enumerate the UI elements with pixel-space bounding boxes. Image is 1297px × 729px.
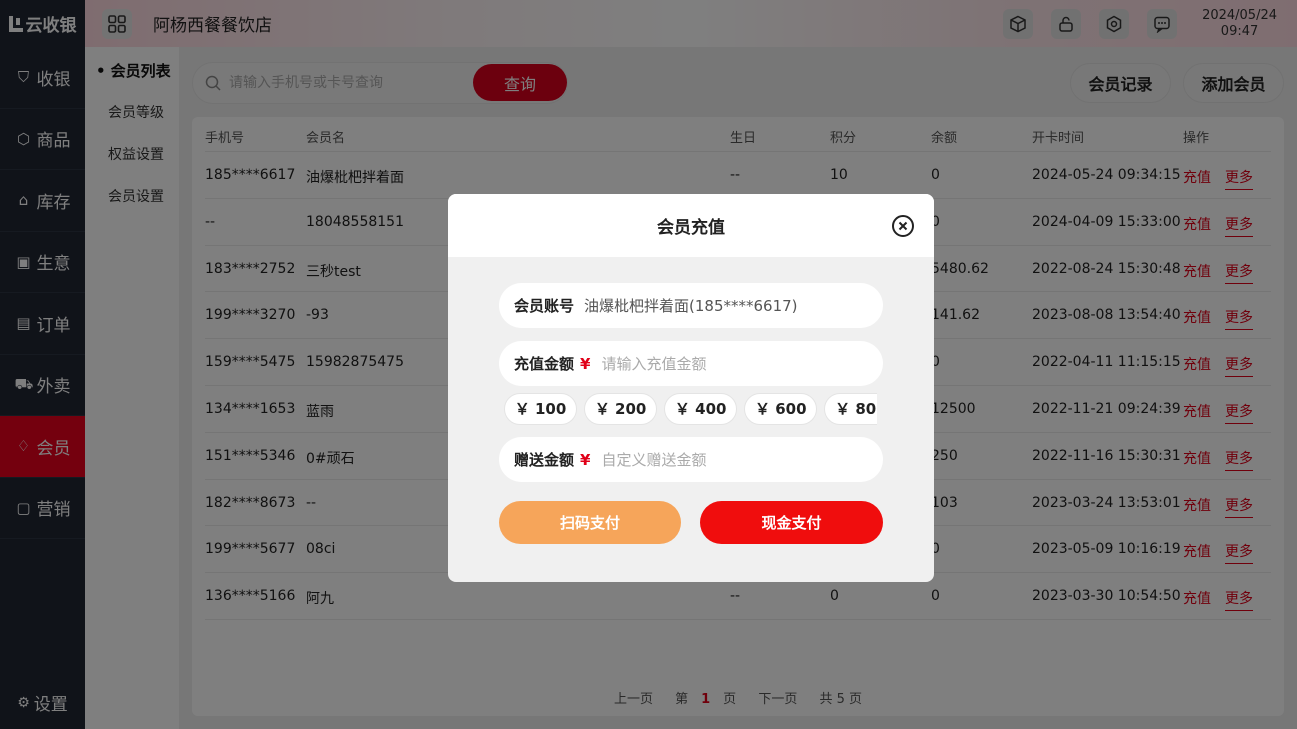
preset-200-button[interactable]: ￥ 200: [584, 393, 658, 425]
preset-amounts: ￥ 100 ￥ 200 ￥ 400 ￥ 600 ￥ 800: [504, 393, 877, 427]
dialog-title: 会员充值: [657, 218, 725, 238]
preset-800-button[interactable]: ￥ 800: [824, 393, 877, 425]
preset-600-button[interactable]: ￥ 600: [744, 393, 818, 425]
member-account-field: 会员账号 油爆枇杷拌着面(185****6617): [499, 283, 883, 328]
gift-amount-input[interactable]: [601, 450, 832, 469]
currency-symbol: ¥: [580, 450, 591, 469]
recharge-amount-input[interactable]: [601, 354, 832, 373]
recharge-amount-field: 充值金额 ¥: [499, 341, 883, 386]
account-label: 会员账号: [514, 297, 575, 315]
close-icon[interactable]: [891, 214, 915, 238]
qr-pay-button[interactable]: 扫码支付: [499, 501, 681, 544]
currency-symbol: ¥: [580, 354, 591, 373]
preset-100-button[interactable]: ￥ 100: [504, 393, 577, 425]
dialog-header: 会员充值: [448, 194, 934, 257]
cash-pay-button[interactable]: 现金支付: [700, 501, 883, 544]
amount-label: 充值金额: [514, 355, 575, 373]
preset-400-button[interactable]: ￥ 400: [664, 393, 738, 425]
recharge-dialog: 会员充值 会员账号 油爆枇杷拌着面(185****6617) 充值金额 ¥ ￥ …: [448, 194, 934, 582]
gift-label: 赠送金额: [514, 451, 575, 469]
gift-amount-field: 赠送金额 ¥: [499, 437, 883, 482]
account-value: 油爆枇杷拌着面(185****6617): [584, 297, 798, 315]
